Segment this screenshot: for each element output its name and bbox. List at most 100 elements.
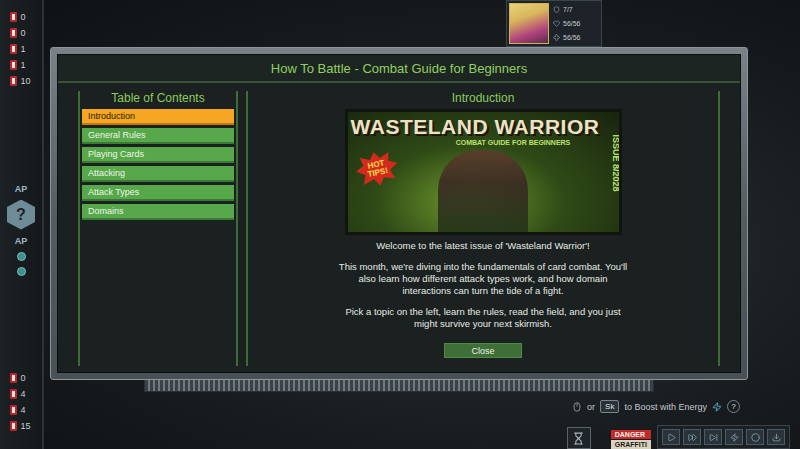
skip-button[interactable] [704, 429, 722, 445]
count-value: 10 [21, 76, 33, 86]
card-count: 1 [10, 44, 33, 54]
card-count: 1 [10, 60, 33, 70]
play-icon [667, 433, 676, 442]
close-button[interactable]: Close [444, 343, 522, 358]
boost-hint: or Sk to Boost with Energy? [572, 400, 790, 413]
stat-list: 7/756/5656/56 [553, 3, 581, 44]
cross-icon [553, 34, 560, 41]
card-icon [10, 421, 17, 431]
count-value: 1 [21, 60, 33, 70]
paragraph: Welcome to the latest issue of 'Wastelan… [333, 240, 633, 252]
content-heading: Introduction [250, 91, 716, 105]
mouse-icon [572, 402, 582, 412]
count-value: 4 [21, 389, 33, 399]
toc-item[interactable]: General Rules [82, 128, 234, 144]
left-hud: 0 0 1 1 10 AP? AP 0 4 4 15 [0, 0, 44, 449]
ap-label: AP [15, 236, 28, 246]
card-icon [10, 76, 17, 86]
signs: DANGERGRAFFITI [611, 430, 651, 449]
card-icon [10, 405, 17, 415]
toolbar: DANGERGRAFFITI [567, 425, 790, 449]
character-portrait[interactable]: 7/756/5656/56 [506, 0, 602, 47]
energy-button[interactable] [725, 429, 743, 445]
dialog-frame: How To Battle - Combat Guide for Beginne… [50, 47, 748, 380]
card-icon [10, 12, 17, 22]
cover-badge: HOT TIPS! [352, 148, 400, 190]
stat-row: 56/56 [553, 34, 581, 41]
toc-heading: Table of Contents [82, 91, 234, 105]
toc-list: Introduction General Rules Playing Cards At… [82, 109, 234, 220]
record-button[interactable] [746, 429, 764, 445]
stat-row: 56/56 [553, 20, 581, 27]
toc-item[interactable]: Attacking [82, 166, 234, 182]
dialog-title: How To Battle - Combat Guide for Beginne… [271, 61, 527, 76]
count-value: 0 [21, 373, 33, 383]
download-icon [772, 433, 781, 442]
bottom-hud: or Sk to Boost with Energy? DANGERGRAFFITI [44, 400, 800, 449]
card-count: 15 [10, 421, 33, 431]
play-button[interactable] [662, 429, 680, 445]
sign: DANGER [611, 430, 651, 439]
ap-dot [17, 252, 26, 261]
toc-item[interactable]: Attack Types [82, 185, 234, 201]
card-icon [10, 60, 17, 70]
count-value: 0 [21, 12, 33, 22]
skip-icon [709, 433, 718, 442]
zap-icon [730, 433, 739, 442]
energy-icon [712, 402, 722, 412]
sign: GRAFFITI [611, 440, 651, 449]
count-value: 0 [21, 28, 33, 38]
combat-guide-dialog: How To Battle - Combat Guide for Beginne… [50, 47, 748, 392]
ap-block: AP? AP [7, 184, 35, 276]
ap-button[interactable]: ? [7, 200, 35, 230]
magazine-cover: WASTELAND WARRIORCOMBAT GUIDE FOR BEGINN… [345, 109, 622, 235]
toc-item[interactable]: Introduction [82, 109, 234, 125]
stat-value: 56/56 [563, 34, 581, 41]
shield-icon [553, 6, 560, 13]
cover-title: WASTELAND WARRIOR [351, 115, 616, 139]
ap-label: AP [15, 184, 28, 194]
content-panel: Introduction WASTELAND WARRIORCOMBAT GUID… [246, 91, 720, 366]
intro-text: Welcome to the latest issue of 'Wastelan… [333, 240, 633, 330]
portrait-image [509, 3, 549, 44]
card-count: 4 [10, 389, 33, 399]
card-icon [10, 373, 17, 383]
cover-subtitle: COMBAT GUIDE FOR BEGINNERS [396, 139, 571, 146]
count-value: 15 [21, 421, 33, 431]
fast-forward-button[interactable] [683, 429, 701, 445]
game-screen: 001110AP?AP044157/756/5656/56orSkto Boos… [0, 0, 800, 449]
cover-issue: ISSUE 8/2028 [611, 134, 621, 191]
card-count: 10 [10, 76, 33, 86]
card-count: 0 [10, 28, 33, 38]
hint-or: or [587, 402, 595, 412]
hourglass-icon [572, 432, 585, 445]
count-value: 4 [21, 405, 33, 415]
card-icon [10, 44, 17, 54]
card-icon [10, 389, 17, 399]
circle-icon [751, 433, 760, 442]
paragraph: Pick a topic on the left, learn the rule… [333, 306, 633, 330]
toc-panel: Table of Contents Introduction General Rul… [78, 91, 238, 366]
top-counts: 0 0 1 1 10 [10, 12, 33, 86]
ap-dot [17, 267, 26, 276]
key-cap: Sk [600, 400, 619, 413]
stat-value: 56/56 [563, 20, 581, 27]
frame-vents [144, 380, 654, 392]
cover-figure [438, 150, 528, 232]
end-turn-button[interactable] [567, 427, 591, 449]
paragraph: This month, we're diving into the fundam… [333, 261, 633, 297]
card-icon [10, 28, 17, 38]
card-count: 0 [10, 373, 33, 383]
hint-text: to Boost with Energy [624, 402, 707, 412]
toc-item[interactable]: Domains [82, 204, 234, 220]
toc-item[interactable]: Playing Cards [82, 147, 234, 163]
help-button[interactable]: ? [727, 400, 740, 413]
card-count: 4 [10, 405, 33, 415]
dialog-body: Table of Contents Introduction General Rul… [58, 83, 740, 372]
count-value: 1 [21, 44, 33, 54]
download-button[interactable] [767, 429, 785, 445]
speed-controls [657, 425, 790, 449]
bottom-counts: 0 4 4 15 [10, 373, 33, 431]
fast-forward-icon [688, 433, 697, 442]
card-count: 0 [10, 12, 33, 22]
